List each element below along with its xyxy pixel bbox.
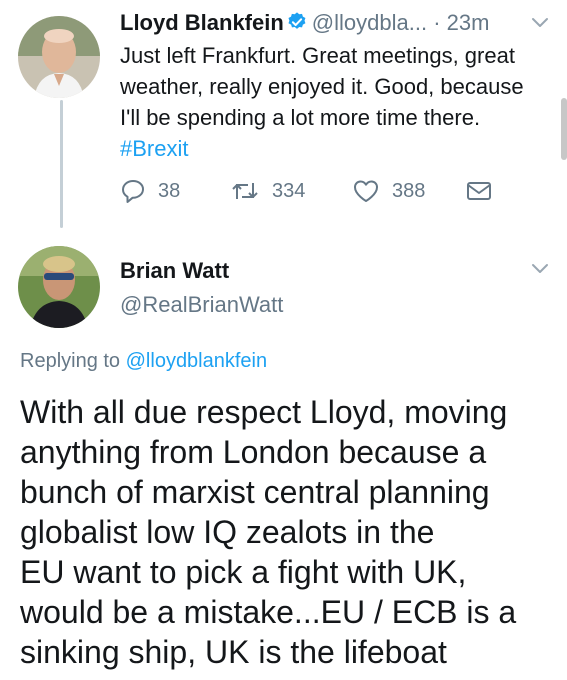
reply-count: 38 [158, 179, 181, 202]
direct-message-button[interactable] [466, 180, 492, 202]
lloyd-blankfein-avatar[interactable] [18, 16, 100, 98]
tweet2-text-line: bunch of marxist central planning [20, 474, 490, 510]
thread-connector-line [60, 100, 63, 228]
tweet2-text-line: sinking ship, UK is the lifeboat [20, 634, 447, 670]
tweet1-text-line: I'll be spending a lot more time there. [120, 105, 481, 130]
like-button[interactable]: 388 [352, 178, 425, 204]
hashtag-link[interactable]: #Brexit [120, 133, 560, 164]
chevron-down-icon[interactable] [530, 16, 550, 35]
reply-button[interactable]: 38 [120, 178, 180, 204]
reply-icon [120, 178, 146, 204]
tweet1-action-bar: 38 334 388 [120, 178, 560, 214]
tweet2-text-line: With all due respect Lloyd, moving [20, 394, 508, 430]
scrollbar[interactable] [561, 98, 567, 160]
tweet1-text-line: Just left Frankfurt. Great meetings, gre… [120, 43, 515, 68]
envelope-icon [466, 180, 492, 202]
tweet2-body: With all due respect Lloyd, moving anyth… [20, 392, 560, 672]
tweet2-text-line: would be a mistake...EU / ECB is a [20, 594, 517, 630]
retweet-icon [230, 178, 260, 204]
heart-icon [352, 178, 380, 204]
tweet1-header: Lloyd Blankfein @lloydbla... · 23m [120, 8, 489, 41]
retweet-button[interactable]: 334 [230, 178, 305, 204]
chevron-down-icon[interactable] [530, 262, 550, 281]
tweet2-text-line: anything from London because a [20, 434, 487, 470]
replying-prefix: Replying to [20, 350, 121, 372]
replying-to-mention-link[interactable]: @lloydblankfein [126, 350, 268, 372]
tweet2-text-line: EU want to pick a fight with UK, [20, 554, 467, 590]
verified-badge-icon [286, 11, 308, 41]
tweet1-text-line: weather, really enjoyed it. Good, becaus… [120, 74, 524, 99]
tweet2-author-name[interactable]: Brian Watt [120, 258, 229, 284]
tweet2-handle[interactable]: @RealBrianWatt [120, 292, 283, 318]
retweet-count: 334 [272, 179, 306, 202]
tweet1-timestamp[interactable]: · 23m [433, 10, 489, 35]
tweet1-body: Just left Frankfurt. Great meetings, gre… [120, 40, 560, 164]
brian-watt-avatar[interactable] [18, 246, 100, 328]
like-count: 388 [392, 179, 426, 202]
replying-to-line: Replying to @lloydblankfein [20, 350, 267, 373]
tweet1-author-name[interactable]: Lloyd Blankfein [120, 10, 284, 35]
tweet1-handle[interactable]: @lloydbla... [312, 10, 427, 35]
tweet2-text-line: globalist low IQ zealots in the [20, 514, 435, 550]
